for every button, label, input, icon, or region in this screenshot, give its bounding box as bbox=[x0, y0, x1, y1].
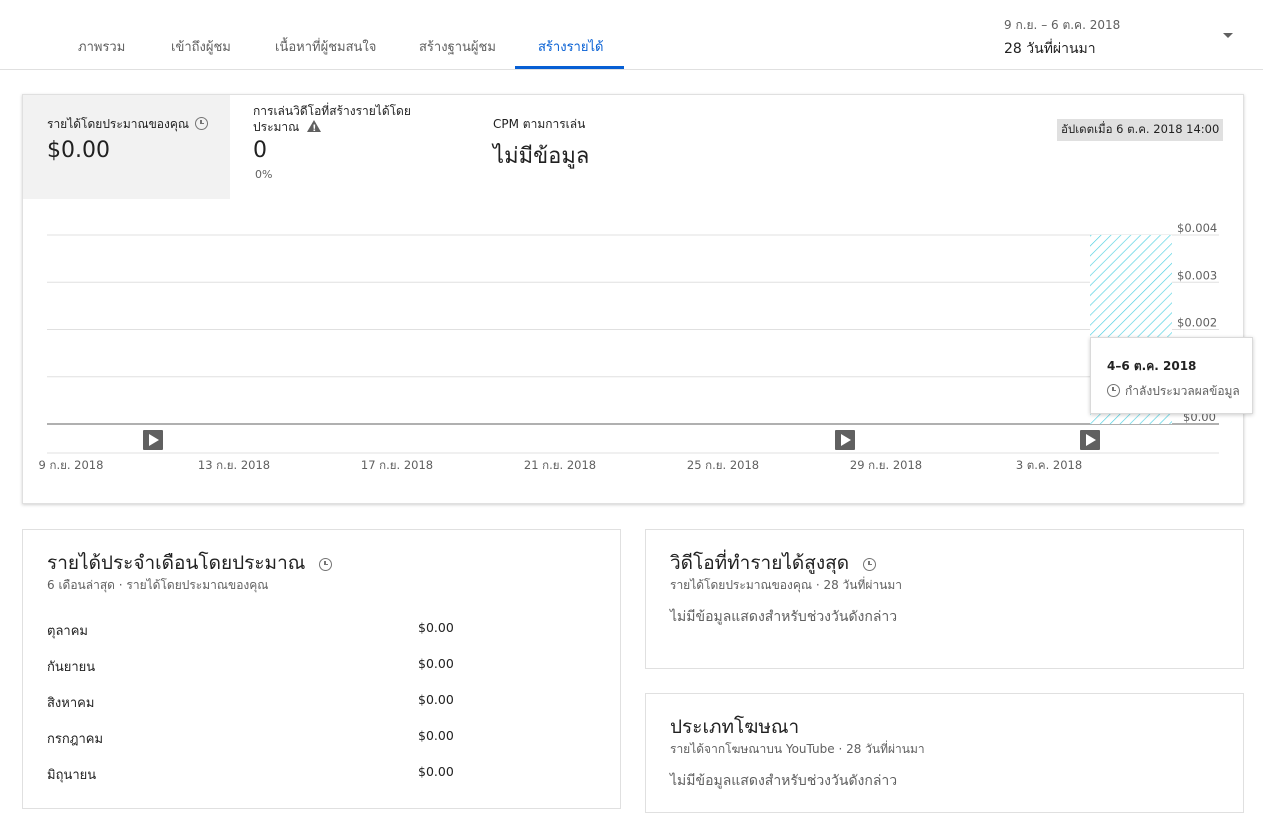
tab-interest[interactable]: เนื้อหาที่ผู้ชมสนใจ bbox=[275, 36, 376, 57]
x-tick-label: 13 ก.ย. 2018 bbox=[198, 458, 270, 472]
ad-types-title: ประเภทโฆษณา bbox=[670, 716, 800, 738]
list-item: ตุลาคม $0.00 bbox=[47, 620, 454, 640]
x-tick-label: 17 ก.ย. 2018 bbox=[361, 458, 433, 472]
ad-types-card: ประเภทโฆษณา รายได้จากโฆษณาบน YouTube · 2… bbox=[645, 693, 1244, 813]
tab-reach[interactable]: เข้าถึงผู้ชม bbox=[171, 36, 231, 57]
monthly-revenue-subtitle: 6 เดือนล่าสุด · รายได้โดยประมาณของคุณ bbox=[47, 578, 269, 592]
month-label: กรกฎาคม bbox=[47, 732, 104, 747]
monthly-revenue-title: รายได้ประจำเดือนโดยประมาณ bbox=[47, 552, 306, 574]
x-tick-label: 29 ก.ย. 2018 bbox=[850, 458, 922, 472]
clock-icon bbox=[319, 558, 333, 571]
month-value: $0.00 bbox=[418, 692, 454, 707]
top-videos-subtitle: รายได้โดยประมาณของคุณ · 28 วันที่ผ่านมา bbox=[670, 578, 903, 592]
video-play-icon[interactable] bbox=[143, 430, 163, 450]
chart-tooltip: 4–6 ต.ค. 2018 กำลังประมวลผลข้อมูล bbox=[1090, 337, 1253, 414]
date-range-label[interactable]: 28 วันที่ผ่านมา bbox=[1004, 38, 1096, 60]
clock-icon bbox=[863, 558, 877, 571]
list-item: สิงหาคม $0.00 bbox=[47, 692, 454, 712]
list-item: กรกฎาคม $0.00 bbox=[47, 728, 454, 748]
active-tab-indicator bbox=[515, 66, 624, 69]
x-tick-label: 21 ก.ย. 2018 bbox=[524, 458, 596, 472]
tooltip-title: 4–6 ต.ค. 2018 bbox=[1107, 359, 1197, 373]
month-value: $0.00 bbox=[418, 764, 454, 779]
x-tick-label: 3 ต.ค. 2018 bbox=[1016, 458, 1082, 472]
clock-icon bbox=[1107, 384, 1120, 397]
monthly-revenue-card: รายได้ประจำเดือนโดยประมาณ 6 เดือนล่าสุด … bbox=[22, 529, 621, 809]
y-tick-label: $0.003 bbox=[1177, 268, 1217, 282]
list-item: มิถุนายน $0.00 bbox=[47, 764, 454, 784]
month-label: มิถุนายน bbox=[47, 768, 97, 783]
month-value: $0.00 bbox=[418, 620, 454, 635]
top-videos-card: วิดีโอที่ทำรายได้สูงสุด รายได้โดยประมาณข… bbox=[645, 529, 1244, 669]
y-tick-label: $0.002 bbox=[1177, 316, 1217, 330]
video-play-icon[interactable] bbox=[835, 430, 855, 450]
tab-build-audience[interactable]: สร้างฐานผู้ชม bbox=[419, 36, 496, 57]
top-videos-empty-text: ไม่มีข้อมูลแสดงสำหรับช่วงวันดังกล่าว bbox=[670, 609, 898, 625]
tab-revenue[interactable]: สร้างรายได้ bbox=[538, 36, 603, 57]
tab-overview[interactable]: ภาพรวม bbox=[78, 36, 125, 57]
date-range-text[interactable]: 9 ก.ย. – 6 ต.ค. 2018 bbox=[1004, 16, 1120, 35]
revenue-chart-card: รายได้โดยประมาณของคุณ $0.00 การเล่นวิดีโ… bbox=[22, 94, 1253, 504]
chevron-down-icon[interactable] bbox=[1223, 33, 1233, 38]
list-item: กันยายน $0.00 bbox=[47, 656, 454, 676]
month-label: ตุลาคม bbox=[47, 624, 88, 639]
ad-types-empty-text: ไม่มีข้อมูลแสดงสำหรับช่วงวันดังกล่าว bbox=[670, 773, 898, 789]
y-tick-label: $0.004 bbox=[1177, 221, 1217, 235]
month-label: สิงหาคม bbox=[47, 696, 95, 711]
month-value: $0.00 bbox=[418, 656, 454, 671]
ad-types-subtitle: รายได้จากโฆษณาบน YouTube · 28 วันที่ผ่าน… bbox=[670, 742, 925, 756]
month-value: $0.00 bbox=[418, 728, 454, 743]
revenue-chart: $0.004$0.003$0.002$0.009 ก.ย. 2018 13 ก.ย… bbox=[39, 221, 1219, 472]
top-nav-bar: ภาพรวม เข้าถึงผู้ชม เนื้อหาที่ผู้ชมสนใจ … bbox=[0, 0, 1263, 70]
top-videos-title: วิดีโอที่ทำรายได้สูงสุด bbox=[670, 552, 850, 574]
x-tick-label: 25 ก.ย. 2018 bbox=[687, 458, 759, 472]
tooltip-status: กำลังประมวลผลข้อมูล bbox=[1125, 384, 1240, 398]
video-play-icon[interactable] bbox=[1080, 430, 1100, 450]
month-label: กันยายน bbox=[47, 660, 96, 675]
x-tick-label: 9 ก.ย. 2018 bbox=[39, 458, 104, 472]
